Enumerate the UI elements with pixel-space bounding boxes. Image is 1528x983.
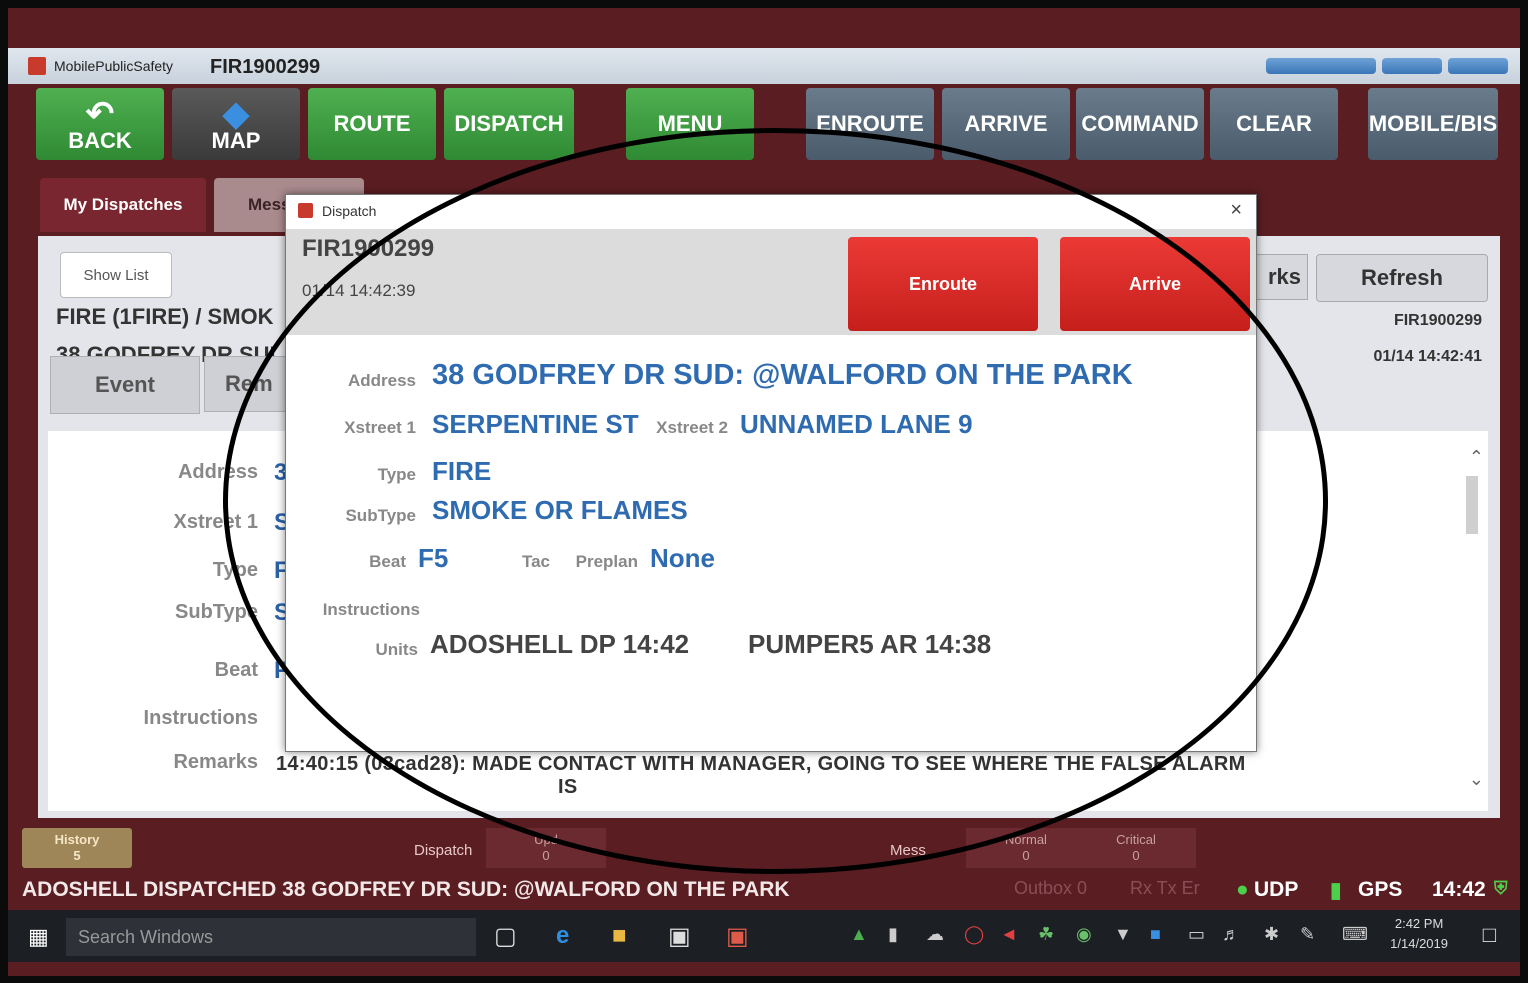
wifi-icon[interactable]: ▼ bbox=[1114, 924, 1132, 945]
keyboard-icon[interactable]: ⌨ bbox=[1342, 924, 1368, 945]
outbox-status: Outbox 0 bbox=[1014, 878, 1088, 898]
pen-icon[interactable]: ✎ bbox=[1300, 924, 1315, 945]
action-center-icon[interactable]: □ bbox=[1483, 922, 1496, 948]
history-button[interactable]: History 5 bbox=[22, 828, 132, 868]
search-input[interactable]: Search Windows bbox=[66, 918, 476, 956]
remarks-label: Remarks bbox=[173, 751, 258, 773]
scroll-down-icon[interactable]: ⌄ bbox=[1469, 769, 1484, 790]
status-time: 14:42 bbox=[1432, 878, 1486, 901]
panel-timestamp: 01/14 14:42:41 bbox=[1373, 348, 1482, 365]
battery-icon[interactable]: ▭ bbox=[1188, 924, 1205, 945]
annotation-ellipse bbox=[223, 128, 1328, 874]
command-button[interactable]: COMMAND bbox=[1076, 88, 1204, 160]
refresh-button[interactable]: Refresh bbox=[1316, 254, 1488, 302]
show-list-button[interactable]: Show List bbox=[60, 252, 172, 298]
network-icon[interactable]: ☘ bbox=[1038, 924, 1054, 945]
subtype-label: SubType bbox=[175, 601, 258, 623]
taskbar-clock[interactable]: 2:42 PM 1/14/2019 bbox=[1390, 914, 1448, 954]
windows-taskbar: ▦ Search Windows ▢ e ■ ▣ ▣ ▲ ▮ ☁ ◯ ◄ ☘ ◉… bbox=[8, 910, 1520, 962]
window-controls bbox=[1266, 58, 1508, 74]
app-name: MobilePublicSafety bbox=[54, 58, 174, 74]
mobile-safety-app-icon[interactable]: ▣ bbox=[726, 922, 749, 951]
incident-title: FIRE (1FIRE) / SMOK bbox=[56, 304, 274, 329]
restore-button[interactable] bbox=[1448, 58, 1508, 74]
dialog-title: Dispatch bbox=[322, 203, 377, 219]
minimize-button[interactable] bbox=[1382, 58, 1442, 74]
store-icon[interactable]: ▣ bbox=[668, 922, 691, 951]
title-incident-id: FIR1900299 bbox=[210, 56, 321, 78]
close-icon[interactable]: × bbox=[1230, 199, 1242, 222]
scroll-up-icon[interactable]: ⌃ bbox=[1469, 447, 1484, 468]
back-button[interactable]: ↶ BACK bbox=[36, 88, 164, 160]
edge-browser-icon[interactable]: e bbox=[556, 922, 569, 950]
signal-icon[interactable]: ▮ bbox=[888, 924, 898, 945]
unit-status-line: ADOSHELL DISPATCHED 38 GODFREY DR SUD: @… bbox=[22, 878, 790, 901]
volume-icon[interactable]: ♬ bbox=[1222, 924, 1240, 945]
tray-app-icon[interactable]: ▲ bbox=[850, 924, 868, 945]
dispatch-status-label: Dispatch bbox=[414, 842, 473, 859]
critical-messages-counter[interactable]: Critical 0 bbox=[1076, 828, 1196, 868]
windows-start-icon[interactable]: ▦ bbox=[28, 924, 49, 950]
gps-status: GPS bbox=[1358, 878, 1403, 901]
tab-my-dispatches[interactable]: My Dispatches bbox=[40, 178, 206, 232]
udp-status: UDP bbox=[1254, 878, 1299, 901]
title-bar: MobilePublicSafety FIR1900299 bbox=[8, 48, 1520, 84]
cloud-icon[interactable]: ☁ bbox=[926, 924, 944, 945]
task-view-icon[interactable]: ▢ bbox=[494, 922, 517, 951]
route-button[interactable]: ROUTE bbox=[308, 88, 436, 160]
udp-status-dot-icon: ● bbox=[1236, 878, 1249, 901]
mobile-bis-button[interactable]: MOBILE/BIS bbox=[1368, 88, 1498, 160]
dialog-app-icon bbox=[298, 203, 313, 218]
panel-incident-id: FIR1900299 bbox=[1393, 312, 1482, 329]
bluetooth-app-icon[interactable]: ■ bbox=[1150, 924, 1161, 945]
instructions-label: Instructions bbox=[143, 707, 258, 729]
beat-label: Beat bbox=[214, 659, 258, 681]
bluetooth-icon[interactable]: ✱ bbox=[1264, 924, 1279, 945]
flag-icon[interactable]: ◄ bbox=[1000, 924, 1018, 945]
tab-event[interactable]: Event bbox=[50, 356, 200, 414]
app-logo-icon bbox=[28, 57, 46, 75]
scrollbar-thumb[interactable] bbox=[1466, 476, 1478, 534]
rx-tx-status: Rx Tx Er bbox=[1130, 878, 1200, 898]
sync-icon[interactable]: ◉ bbox=[1076, 924, 1092, 945]
help-button[interactable] bbox=[1266, 58, 1376, 74]
gps-signal-icon: ▮ bbox=[1330, 879, 1342, 902]
security-icon[interactable]: ◯ bbox=[964, 924, 984, 945]
clear-button[interactable]: CLEAR bbox=[1210, 88, 1338, 160]
file-explorer-icon[interactable]: ■ bbox=[612, 922, 627, 950]
app-screen: MobilePublicSafety FIR1900299 ↶ BACK ◆ M… bbox=[8, 8, 1520, 976]
shield-icon: ⛨ bbox=[1494, 878, 1508, 898]
map-button[interactable]: ◆ MAP bbox=[172, 88, 300, 160]
dispatch-button[interactable]: DISPATCH bbox=[444, 88, 574, 160]
